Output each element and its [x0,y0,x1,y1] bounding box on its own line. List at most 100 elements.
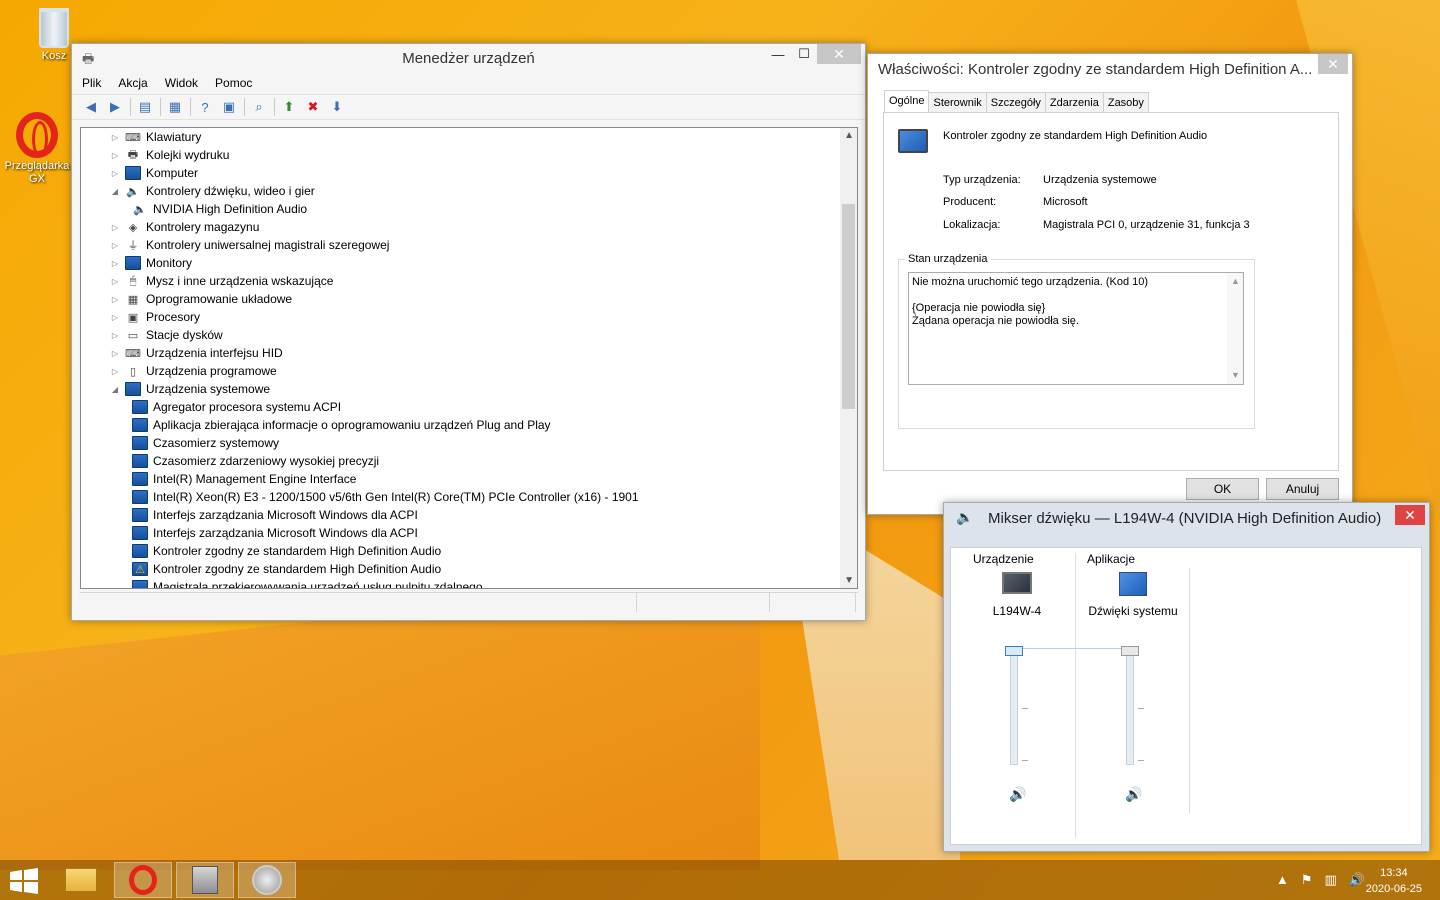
properties-titlebar[interactable]: Właściwości: Kontroler zgodny ze standar… [868,54,1352,84]
expand-arrow-icon[interactable]: ▷ [109,133,121,142]
collapse-arrow-icon[interactable]: ◢ [109,385,121,394]
tree-item[interactable]: ▷ ⏚ Kontrolery uniwersalnej magistrali sze… [81,236,857,254]
properties-icon[interactable]: ▦ [166,98,184,116]
tree-item[interactable]: ◢ 🔈 Kontrolery dźwięku, wideo i gier [81,182,857,200]
action-center-flag-icon[interactable]: ⚑ [1301,872,1313,888]
device-manager-titlebar[interactable]: 🖶 Menedżer urządzeń — ☐ ✕ [72,44,865,72]
tree-item[interactable]: ▷ Komputer [81,164,857,182]
tree-item[interactable]: ▷ Monitory [81,254,857,272]
scroll-down-icon[interactable]: ▼ [844,575,854,586]
system-device-icon [132,526,148,540]
tree-item[interactable]: Interfejs zarządzania Microsoft Windows … [81,524,857,542]
app-mute-button[interactable]: 🔊 [1125,786,1142,803]
clock[interactable]: 13:34 2020-06-25 [1366,865,1422,897]
tree-item[interactable]: ⚠ Kontroler zgodny ze standardem High Def… [81,560,857,578]
tree-item[interactable]: Intel(R) Xeon(R) E3 - 1200/1500 v5/6th G… [81,488,857,506]
taskbar-opera-gx[interactable] [114,862,172,898]
tree-item[interactable]: Aplikacja zbierająca informacje o oprogr… [81,416,857,434]
expand-arrow-icon[interactable]: ▷ [109,331,121,340]
tree-item[interactable]: Czasomierz systemowy [81,434,857,452]
minimize-button[interactable]: — [765,44,791,64]
location-label: Lokalizacja: [943,219,1001,231]
device-volume-slider[interactable] [1010,650,1018,765]
close-button[interactable]: ✕ [1318,54,1348,74]
expand-arrow-icon[interactable]: ▷ [109,277,121,286]
device-type-label: Typ urządzenia: [943,174,1021,186]
enable-device-icon[interactable]: ⬇ [328,98,346,116]
device-manager-icon: 🖶 [82,51,95,66]
taskbar-file-explorer[interactable] [52,862,110,898]
tree-item[interactable]: ▷ 🖱 Mysz i inne urządzenia wskazujące [81,272,857,290]
taskbar-device-manager[interactable] [176,862,234,898]
menu-help[interactable]: Pomoc [215,76,252,90]
expand-arrow-icon[interactable]: ▷ [109,295,121,304]
tree-item[interactable]: ▷ ▯ Urządzenia programowe [81,362,857,380]
scroll-up-icon[interactable]: ▲ [844,130,854,141]
expand-arrow-icon[interactable]: ▷ [109,349,121,358]
expand-arrow-icon[interactable]: ▷ [109,223,121,232]
app-volume-thumb[interactable] [1121,646,1139,656]
tree-item[interactable]: Magistrala przekierowywania urządzeń usł… [81,578,857,588]
expand-arrow-icon[interactable]: ▷ [109,169,121,178]
tree-item[interactable]: ▷ ▣ Procesory [81,308,857,326]
status-pane [637,593,770,612]
help-icon[interactable]: ? [196,98,214,116]
tree-item[interactable]: ▷ ▭ Stacje dysków [81,326,857,344]
tree-item[interactable]: ▷ ◈ Kontrolery magazynu [81,218,857,236]
volume-icon[interactable]: 🔊 [1349,872,1365,888]
taskbar-volume-mixer[interactable] [238,862,296,898]
chip-icon: ▦ [127,293,139,306]
tree-item[interactable]: Interfejs zarządzania Microsoft Windows … [81,506,857,524]
tree-item-label: Czasomierz zdarzeniowy wysokiej precyzji [153,454,380,468]
status-scrollbar[interactable]: ▲ ▼ [1227,273,1243,384]
show-hide-console-tree-icon[interactable]: ▤ [136,98,154,116]
menu-action[interactable]: Akcja [118,76,147,90]
close-button[interactable]: ✕ [1395,505,1425,525]
system-device-icon [132,580,148,588]
start-button[interactable] [8,868,40,894]
vertical-scrollbar[interactable]: ▲ ▼ [840,128,857,588]
network-icon[interactable]: ▥ [1325,872,1337,888]
tree-item[interactable]: ▷ 🖶 Kolejki wydruku [81,146,857,164]
app-volume-slider[interactable] [1126,650,1134,765]
scan-hardware-icon[interactable]: ⌕ [250,98,268,116]
show-hidden-icons-icon[interactable]: ▲ [1276,872,1289,888]
expand-arrow-icon[interactable]: ▷ [109,313,121,322]
uninstall-device-icon[interactable]: ✖ [304,98,322,116]
tree-item[interactable]: Kontroler zgodny ze standardem High Defi… [81,542,857,560]
update-driver-icon[interactable]: ⬆ [280,98,298,116]
tree-item[interactable]: ◢ Urządzenia systemowe [81,380,857,398]
expand-arrow-icon[interactable]: ▷ [109,151,121,160]
cancel-button[interactable]: Anuluj [1266,478,1339,500]
expand-arrow-icon[interactable]: ▷ [109,259,121,268]
menu-view[interactable]: Widok [165,76,198,90]
close-button[interactable]: ✕ [817,44,861,64]
tree-item[interactable]: ▷ ⌨ Klawiatury [81,128,857,146]
scrollbar-thumb[interactable] [842,204,855,409]
device-status-textbox[interactable]: Nie można uruchomić tego urządzenia. (Ko… [908,272,1244,385]
expand-arrow-icon[interactable]: ▷ [109,367,121,376]
tree-item[interactable]: Intel(R) Management Engine Interface [81,470,857,488]
device-mute-button[interactable]: 🔊 [1009,786,1026,803]
scroll-down-icon[interactable]: ▼ [1231,369,1240,382]
back-icon[interactable]: ◀ [82,98,100,116]
tree-item[interactable]: 🔈 NVIDIA High Definition Audio [81,200,857,218]
tree-item[interactable]: ▷ ⌨ Urządzenia interfejsu HID [81,344,857,362]
tree-item[interactable]: Agregator procesora systemu ACPI [81,398,857,416]
show-hide-action-pane-icon[interactable]: ▣ [220,98,238,116]
device-volume-thumb[interactable] [1005,646,1023,656]
scroll-up-icon[interactable]: ▲ [1231,275,1240,288]
tree-item[interactable]: ▷ ▦ Oprogramowanie układowe [81,290,857,308]
forward-icon[interactable]: ▶ [106,98,124,116]
maximize-button[interactable]: ☐ [791,44,817,64]
mixer-titlebar[interactable]: 🔈 Mikser dźwięku — L194W-4 (NVIDIA High … [944,503,1429,533]
expand-arrow-icon[interactable]: ▷ [109,241,121,250]
clock-time: 13:34 [1380,867,1408,879]
ok-button[interactable]: OK [1186,478,1259,500]
desktop-icon-opera-gx[interactable]: Przeglądarka GX [2,112,72,186]
opera-gx-icon [129,865,157,895]
menu-file[interactable]: Plik [82,76,101,90]
tab-general[interactable]: Ogólne [884,90,930,114]
collapse-arrow-icon[interactable]: ◢ [109,187,121,196]
tree-item[interactable]: Czasomierz zdarzeniowy wysokiej precyzji [81,452,857,470]
